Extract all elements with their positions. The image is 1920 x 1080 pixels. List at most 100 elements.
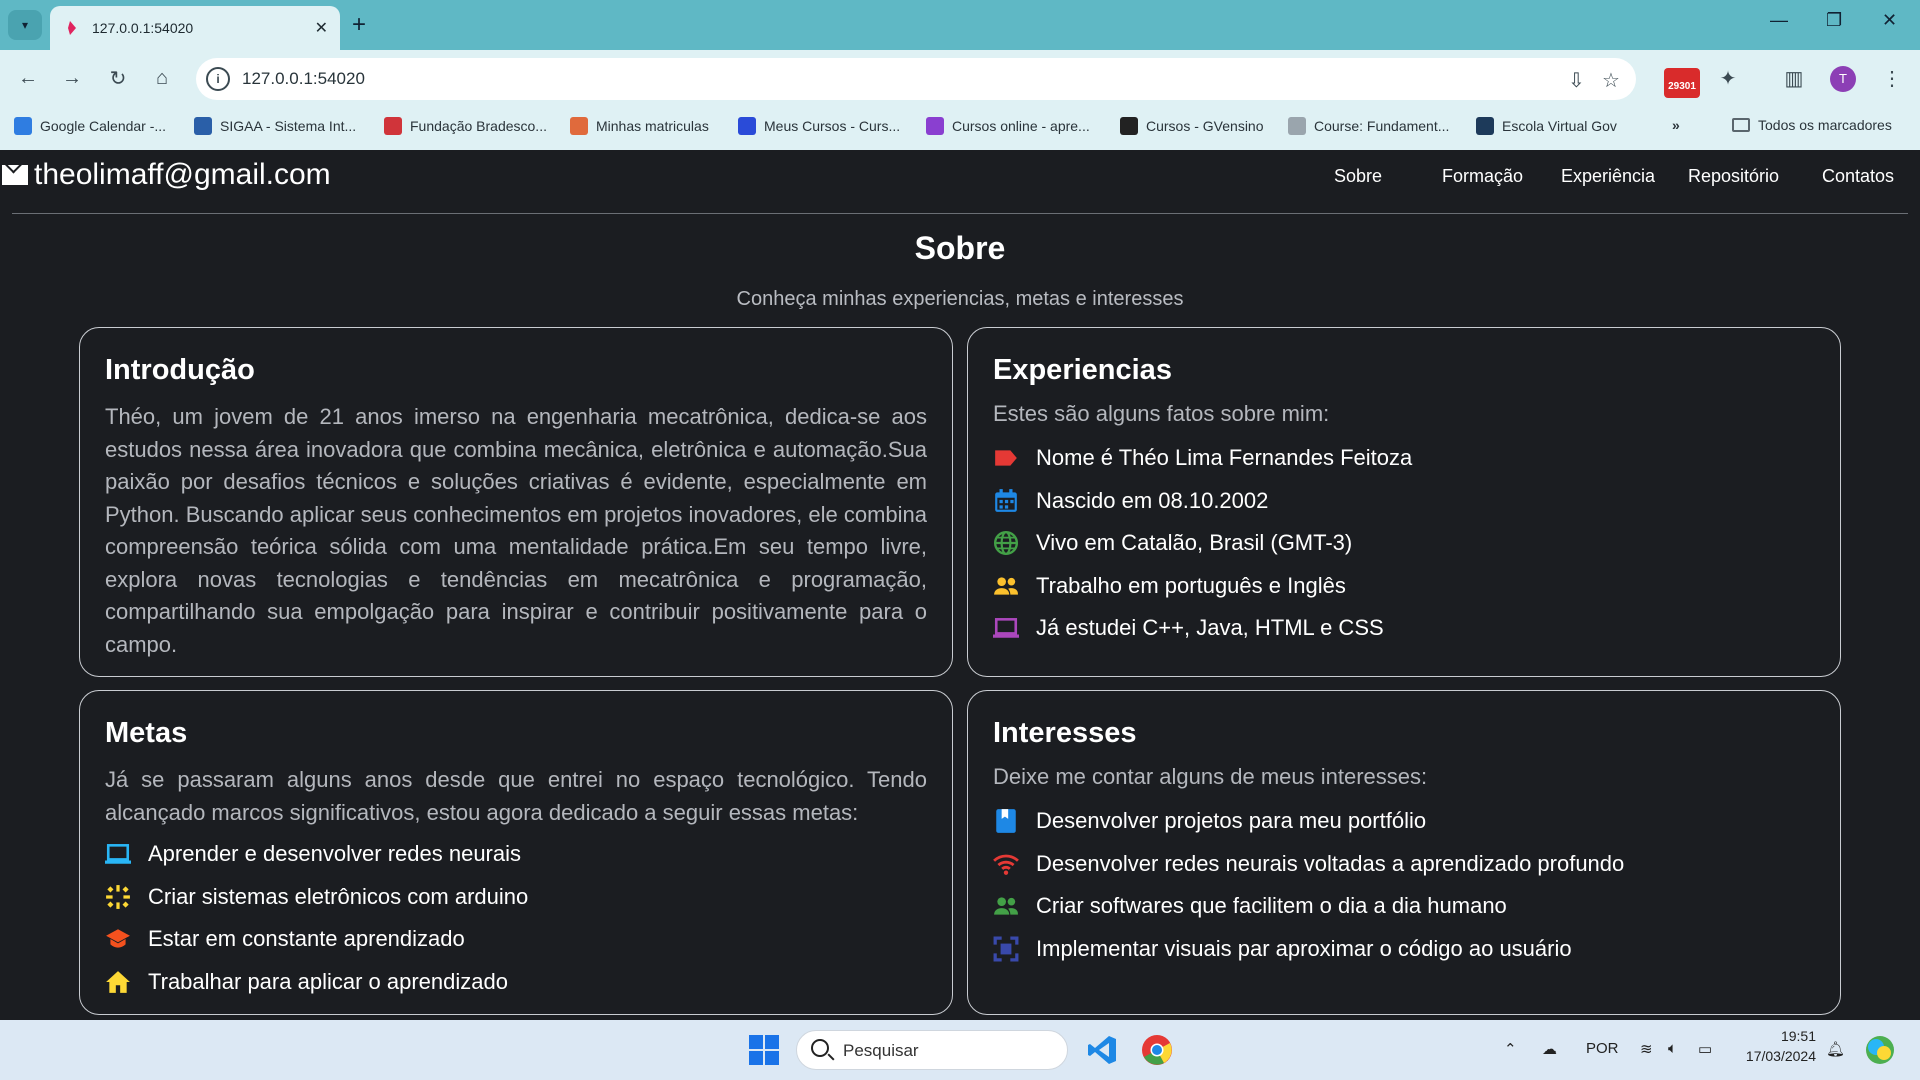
reload-icon[interactable]: ↻ — [104, 64, 132, 92]
bookmark-favicon-icon — [738, 117, 756, 135]
notifications-icon[interactable]: 🔔︎ — [1826, 1040, 1845, 1058]
extension-badge[interactable]: 29301 — [1664, 68, 1700, 98]
side-panel-icon[interactable]: ▥ — [1780, 64, 1808, 92]
extensions-icon[interactable]: ✦ — [1714, 64, 1742, 92]
email-brand[interactable]: theolimaff@gmail.com — [2, 158, 331, 192]
bookmark-favicon-icon — [384, 117, 402, 135]
bookmark-label: Meus Cursos - Curs... — [764, 118, 901, 134]
menu-icon[interactable]: ⋮ — [1878, 64, 1906, 92]
list-item: Criar softwares que facilitem o dia a di… — [993, 885, 1815, 928]
clock[interactable]: 19:51 17/03/2024 — [1736, 1028, 1816, 1064]
bookmark-label: SIGAA - Sistema Int... — [220, 118, 357, 134]
intro-title: Introdução — [105, 354, 255, 386]
list-item-text: Criar sistemas eletrônicos com arduino — [148, 883, 529, 909]
bookmark-item[interactable]: Cursos online - apre... — [926, 117, 1090, 135]
nav-experiencia[interactable]: Experiência — [1561, 166, 1655, 187]
experiences-lead: Estes são alguns fatos sobre mim: — [993, 401, 1330, 426]
label-icon — [995, 450, 1017, 466]
search-icon — [811, 1039, 829, 1057]
copilot-icon[interactable] — [1864, 1034, 1896, 1066]
home-button-icon[interactable]: ⌂ — [148, 64, 176, 92]
show-hidden-icons-icon[interactable]: ⌃ — [1504, 1040, 1517, 1058]
section-title: Sobre — [914, 230, 1006, 266]
people-icon — [994, 897, 1018, 915]
volume-icon[interactable]: 🔈︎ — [1668, 1040, 1677, 1057]
section-subtitle: Conheça minhas experiencias, metas e int… — [736, 288, 1184, 310]
list-item: Nome é Théo Lima Fernandes Feitoza — [993, 437, 1815, 480]
bookmark-item[interactable]: Cursos - GVensino — [1120, 117, 1264, 135]
list-item: Vivo em Catalão, Brasil (GMT-3) — [993, 522, 1815, 565]
home-icon — [106, 970, 130, 993]
mail-icon — [2, 165, 28, 185]
bookmark-item[interactable]: Escola Virtual Gov — [1476, 117, 1617, 135]
close-tab-icon[interactable]: ✕ — [315, 18, 328, 38]
bookmark-item[interactable]: Google Calendar -... — [14, 117, 166, 135]
close-window-icon[interactable]: ✕ — [1882, 10, 1897, 31]
back-icon[interactable]: ← — [14, 64, 42, 92]
nav-contatos[interactable]: Contatos — [1822, 166, 1894, 187]
globe-icon — [993, 531, 1019, 556]
windows-start-icon[interactable] — [749, 1035, 779, 1065]
minimize-icon[interactable]: — — [1770, 10, 1788, 31]
more-bookmarks-icon[interactable]: » — [1672, 117, 1680, 133]
vscode-icon[interactable] — [1086, 1034, 1118, 1066]
bookmark-item[interactable]: Meus Cursos - Curs... — [738, 117, 900, 135]
bookmark-favicon-icon — [1120, 117, 1138, 135]
site-info-icon[interactable]: i — [206, 67, 230, 91]
onedrive-icon[interactable]: ☁ — [1542, 1040, 1557, 1058]
sparkle-icon — [106, 884, 130, 909]
graduation-cap-icon — [106, 929, 130, 948]
bookmark-label: Cursos - GVensino — [1146, 118, 1264, 134]
list-item: Desenvolver projetos para meu portfólio — [993, 800, 1815, 843]
intro-card: Introdução Théo, um jovem de 21 anos ime… — [79, 327, 953, 677]
search-placeholder: Pesquisar — [843, 1041, 919, 1060]
nav-sobre[interactable]: Sobre — [1334, 166, 1382, 187]
list-item-text: Nome é Théo Lima Fernandes Feitoza — [1036, 445, 1413, 471]
all-bookmarks-folder[interactable]: Todos os marcadores — [1732, 117, 1892, 133]
list-item-text: Desenvolver redes neurais voltadas a apr… — [1036, 850, 1625, 876]
tab-search-button[interactable]: ▾ — [8, 10, 42, 40]
goals-card: Metas Já se passaram alguns anos desde q… — [79, 690, 953, 1015]
frame-icon — [993, 936, 1019, 962]
bookmark-label: Escola Virtual Gov — [1502, 118, 1617, 134]
address-bar[interactable]: i 127.0.0.1:54020 ⇩ ☆ — [196, 58, 1636, 100]
restore-icon[interactable]: ❐ — [1826, 10, 1842, 31]
forward-icon[interactable]: → — [58, 64, 86, 92]
nav-repositorio[interactable]: Repositório — [1688, 166, 1779, 187]
tab-strip: ▾ 127.0.0.1:54020 ✕ + — ❐ ✕ — [0, 0, 1920, 50]
goals-title: Metas — [105, 717, 188, 749]
list-item: Criar sistemas eletrônicos com arduino — [105, 876, 927, 919]
bookmark-icon — [996, 809, 1016, 834]
wifi-status-icon[interactable]: ≋ — [1640, 1040, 1653, 1058]
nav-formacao[interactable]: Formação — [1442, 166, 1523, 187]
bookmark-favicon-icon — [1288, 117, 1306, 135]
bookmark-item[interactable]: SIGAA - Sistema Int... — [194, 117, 356, 135]
list-item-text: Já estudei C++, Java, HTML e CSS — [1036, 615, 1384, 641]
profile-avatar[interactable]: T — [1830, 66, 1856, 92]
list-item: Trabalho em português e Inglês — [993, 565, 1815, 608]
battery-icon[interactable]: ▭ — [1698, 1040, 1712, 1058]
new-tab-button[interactable]: + — [352, 10, 366, 40]
bookmark-favicon-icon — [194, 117, 212, 135]
install-app-icon[interactable]: ⇩ — [1568, 68, 1585, 93]
bookmark-item[interactable]: Course: Fundament... — [1288, 117, 1449, 135]
experiences-card: Experiencias Estes são alguns fatos sobr… — [967, 327, 1841, 677]
bookmark-item[interactable]: Fundação Bradesco... — [384, 117, 547, 135]
language-indicator[interactable]: POR — [1586, 1040, 1619, 1057]
os-taskbar: Pesquisar ⌃ ☁ POR ≋ 🔈︎ ▭ 19:51 17/03/202… — [0, 1020, 1920, 1080]
list-item: Implementar visuais par aproximar o códi… — [993, 928, 1815, 971]
clock-date: 17/03/2024 — [1745, 1048, 1816, 1064]
chrome-icon[interactable] — [1140, 1033, 1174, 1067]
bookmark-item[interactable]: Minhas matriculas — [570, 117, 709, 135]
bookmark-star-icon[interactable]: ☆ — [1602, 68, 1620, 93]
taskbar-search[interactable]: Pesquisar — [796, 1030, 1068, 1070]
experiences-title: Experiencias — [993, 354, 1172, 386]
list-item-text: Estar em constante aprendizado — [148, 926, 465, 952]
list-item: Aprender e desenvolver redes neurais — [105, 833, 927, 876]
list-item: Trabalhar para aplicar o aprendizado — [105, 961, 927, 1004]
wifi-icon — [993, 854, 1019, 875]
browser-tab[interactable]: 127.0.0.1:54020 ✕ — [50, 6, 340, 50]
bookmark-label: Course: Fundament... — [1314, 118, 1450, 134]
goals-text: Já se passaram alguns anos desde que ent… — [105, 767, 927, 825]
bookmark-label: Cursos online - apre... — [952, 118, 1090, 134]
